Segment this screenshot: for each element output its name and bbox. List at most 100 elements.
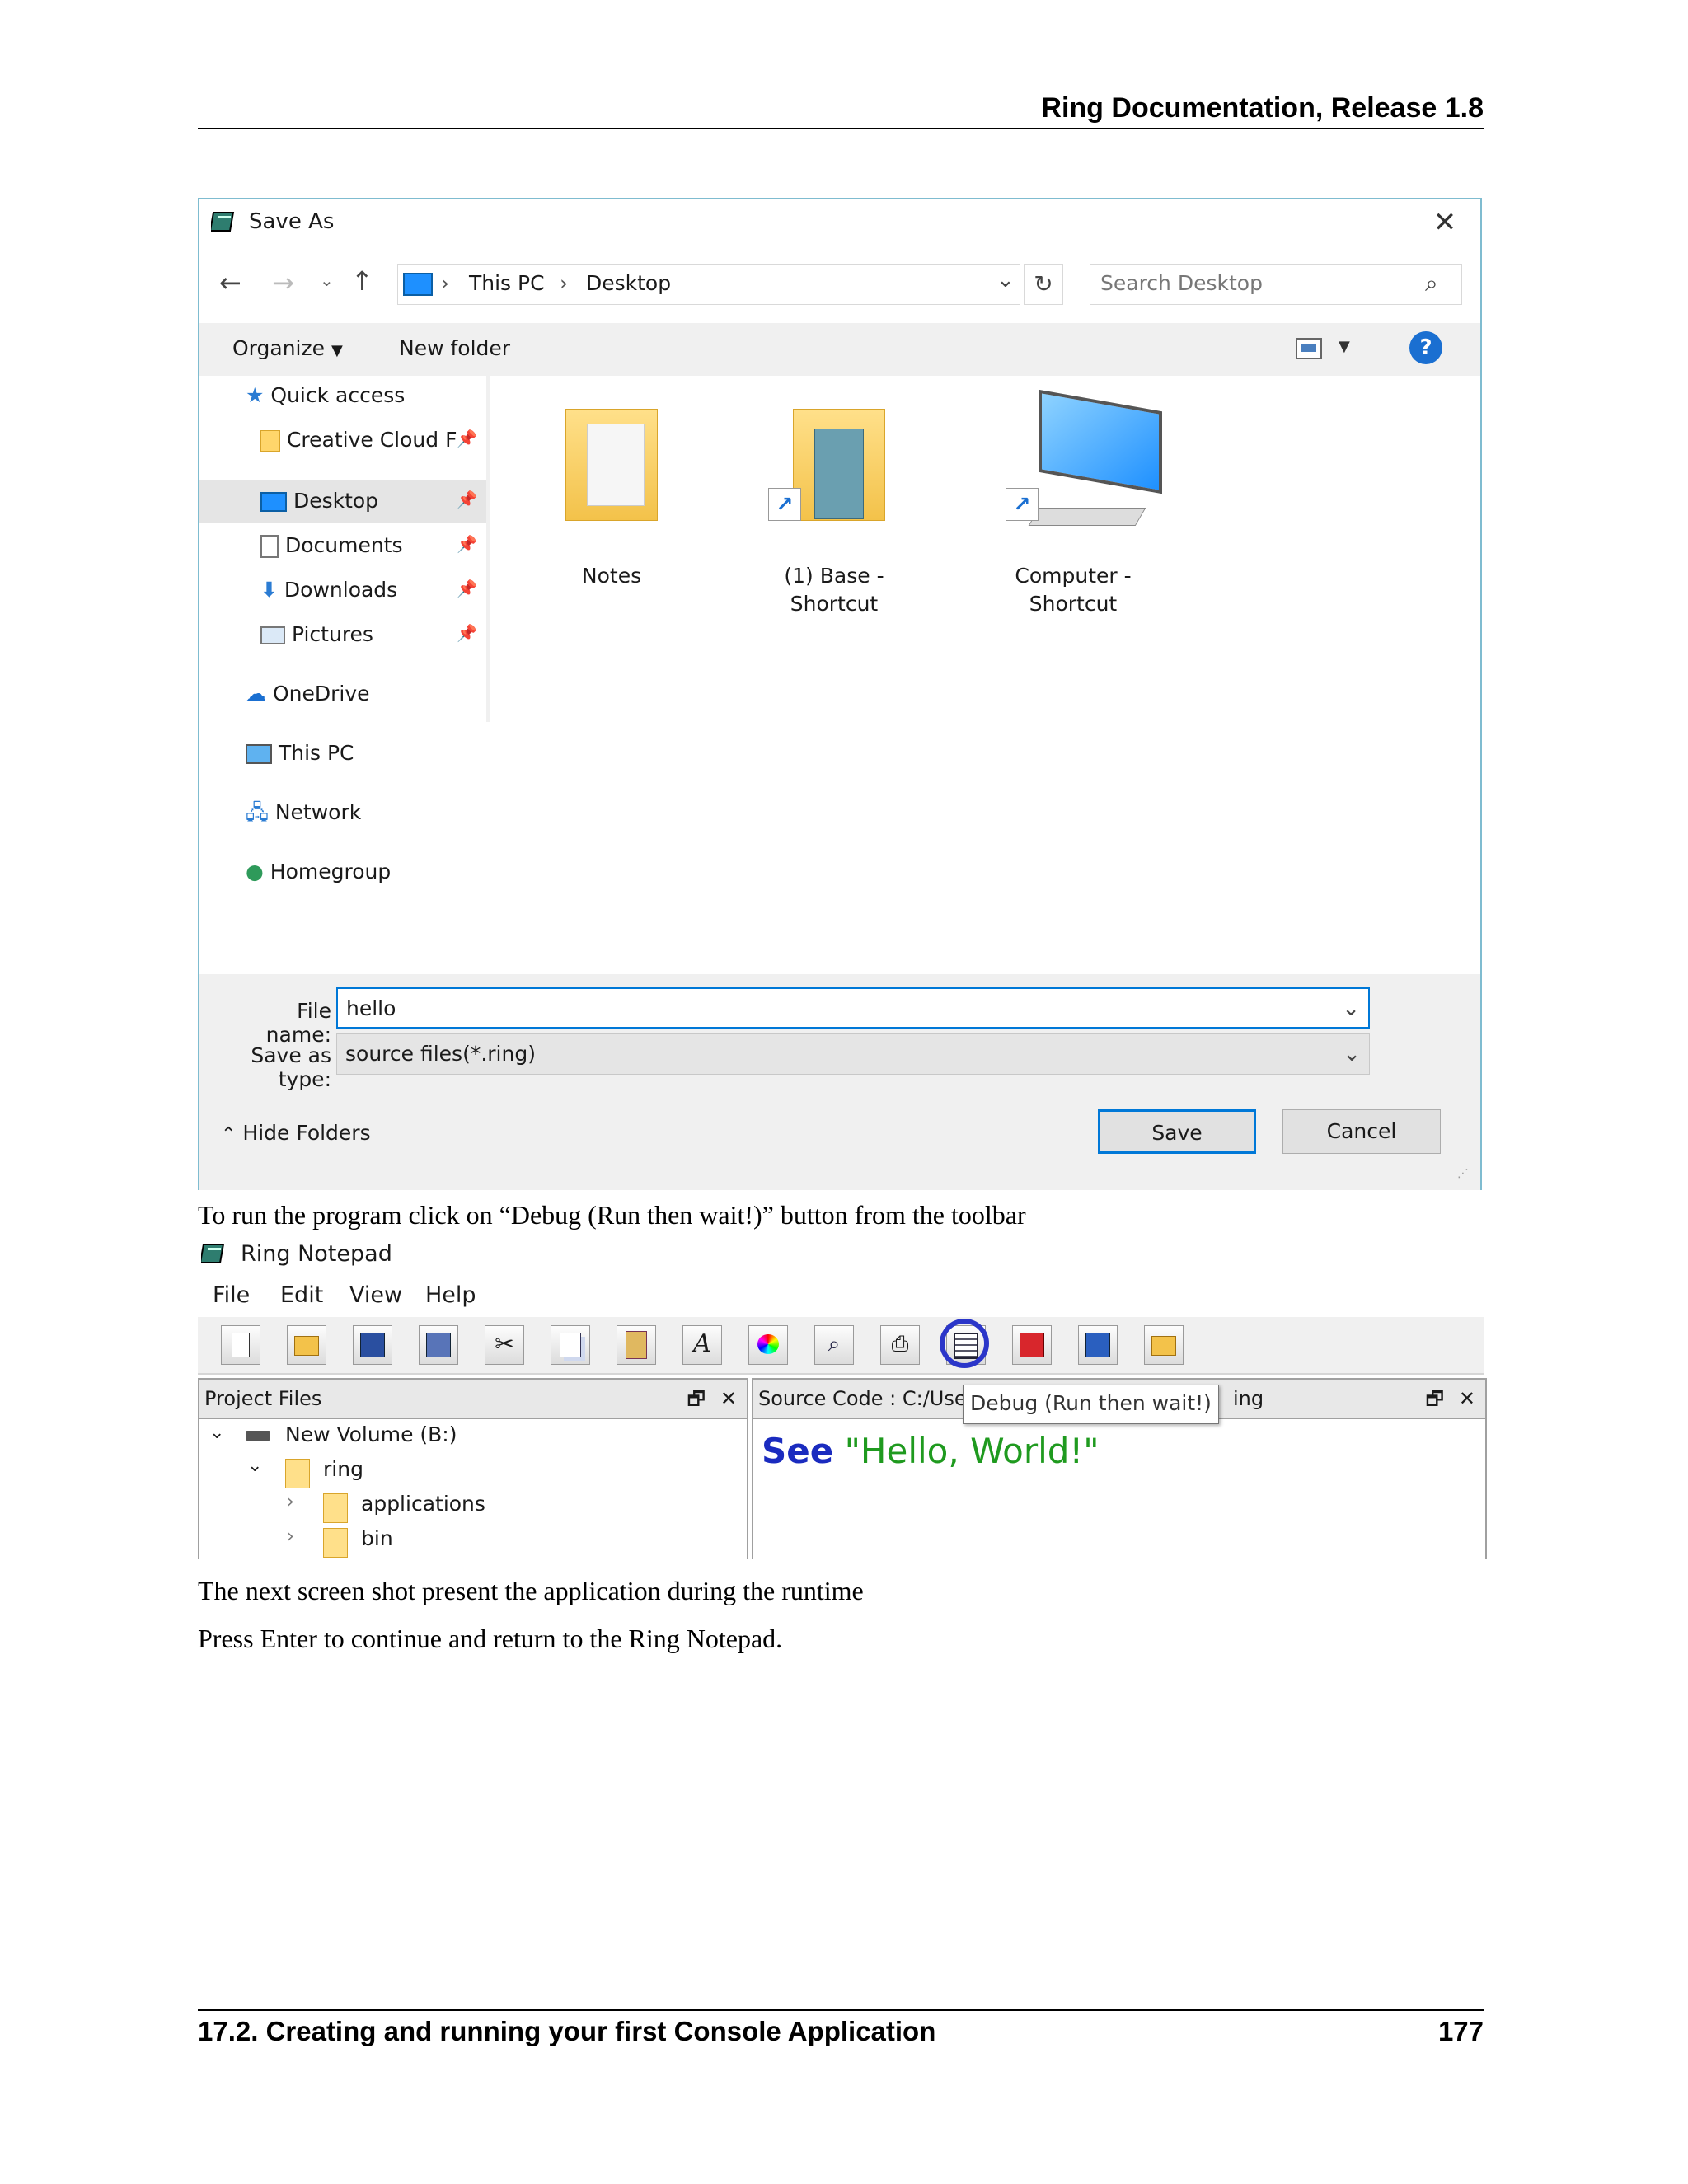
folder-content-icon: [587, 424, 645, 506]
nav-label: Documents: [284, 533, 403, 557]
breadcrumb-this-pc[interactable]: This PC: [469, 271, 545, 295]
toolbar-tooltip: Debug (Run then wait!): [963, 1385, 1219, 1424]
pin-icon: 📌: [457, 623, 477, 643]
footer-section: 17.2. Creating and running your first Co…: [198, 2016, 936, 2046]
save-as-type-select[interactable]: source files(*.ring) ⌄: [336, 1033, 1370, 1075]
hide-folders-button[interactable]: ⌃ Hide Folders: [221, 1121, 371, 1145]
pin-icon: 📌: [457, 534, 477, 554]
chevron-up-icon: ⌃: [221, 1124, 237, 1145]
nav-item-network[interactable]: 🖧 Network: [246, 796, 361, 829]
nav-item-homegroup[interactable]: ● Homegroup: [246, 855, 391, 888]
menu-edit[interactable]: Edit: [280, 1282, 323, 1308]
paste-icon[interactable]: [617, 1325, 656, 1365]
float-icon[interactable]: 🗗: [1425, 1380, 1444, 1418]
desktop-location-icon: [403, 273, 433, 296]
close-icon[interactable]: ✕: [1424, 203, 1465, 244]
open-project-icon[interactable]: [1144, 1325, 1184, 1365]
file-label-line: Shortcut: [790, 592, 879, 616]
nav-item-pictures[interactable]: Pictures: [260, 618, 373, 651]
notepad-title: Ring Notepad: [241, 1241, 392, 1267]
page-number: 177: [1437, 2016, 1484, 2046]
save-button[interactable]: Save: [1098, 1109, 1256, 1154]
collapse-icon[interactable]: ›: [287, 1526, 294, 1547]
hide-folders-label: Hide Folders: [242, 1121, 371, 1145]
project-files-dock: Project Files 🗗 ✕ ⌄ New Volume (B:) ⌄ ri…: [198, 1378, 748, 1559]
save-options-panel: File name: hello ⌄ Save as type: source …: [199, 974, 1480, 1190]
search-icon[interactable]: ⌕: [814, 1325, 854, 1365]
chevron-down-icon[interactable]: ⌄: [1342, 989, 1360, 1029]
search-input[interactable]: Search Desktop ⌕: [1090, 264, 1462, 305]
nav-item-creative-cloud[interactable]: Creative Cloud F: [260, 424, 457, 457]
folder-icon: [285, 1459, 310, 1488]
menu-file[interactable]: File: [213, 1282, 250, 1308]
file-label-line: Computer -: [1015, 564, 1132, 588]
organize-button[interactable]: Organize ▼: [232, 336, 343, 360]
view-options-icon[interactable]: [1296, 338, 1322, 359]
cut-icon[interactable]: ✂: [485, 1325, 524, 1365]
nav-scrollbar[interactable]: [486, 376, 490, 722]
download-icon: ⬇: [260, 578, 278, 602]
expand-icon[interactable]: ⌄: [247, 1455, 262, 1476]
code-string: "Hello, World!": [844, 1431, 1100, 1471]
search-icon[interactable]: ⌕: [1425, 269, 1438, 298]
help-icon[interactable]: ?: [1409, 331, 1442, 364]
chevron-down-icon[interactable]: ⌄: [996, 268, 1015, 293]
nav-item-desktop[interactable]: Desktop: [260, 485, 378, 518]
close-icon[interactable]: ✕: [720, 1380, 737, 1418]
caret-down-icon: ▼: [331, 342, 343, 359]
source-code-title: Source Code : C:/Use: [758, 1387, 967, 1410]
print-icon[interactable]: ⎙: [880, 1325, 920, 1365]
recent-dropdown-icon[interactable]: ⌄: [320, 270, 334, 290]
file-name-input[interactable]: hello ⌄: [336, 987, 1370, 1029]
run-gui-icon[interactable]: [1078, 1325, 1118, 1365]
footer-rule: [198, 2009, 1484, 2011]
address-bar[interactable]: › This PC › Desktop ⌄: [397, 264, 1020, 305]
breadcrumb-desktop[interactable]: Desktop: [586, 271, 671, 295]
shortcut-arrow-icon: ↗: [1006, 488, 1039, 521]
toolbar: ✂ A ⌕ ⎙: [198, 1317, 1484, 1375]
menu-help[interactable]: Help: [425, 1282, 476, 1308]
font-icon[interactable]: A: [682, 1325, 722, 1365]
save-icon[interactable]: [353, 1325, 392, 1365]
tree-item-drive[interactable]: New Volume (B:): [285, 1422, 457, 1446]
close-icon[interactable]: ✕: [1459, 1380, 1475, 1418]
network-icon: 🖧: [246, 800, 269, 824]
code-line[interactable]: See "Hello, World!": [762, 1431, 1100, 1471]
expand-icon[interactable]: ⌄: [209, 1422, 224, 1443]
save-as-icon[interactable]: [419, 1325, 458, 1365]
chevron-down-icon[interactable]: ⌄: [1343, 1034, 1361, 1074]
forward-arrow-icon[interactable]: →: [272, 267, 294, 298]
nav-item-quick-access[interactable]: ★ Quick access: [246, 379, 405, 412]
nav-label: Creative Cloud F: [286, 428, 457, 452]
pictures-icon: [260, 626, 285, 644]
tree-item-applications[interactable]: applications: [361, 1492, 485, 1516]
file-computer-shortcut[interactable]: ↗: [1006, 389, 1170, 541]
pin-icon: 📌: [457, 490, 477, 509]
menu-view[interactable]: View: [349, 1282, 402, 1308]
tree-item-ring[interactable]: ring: [323, 1457, 363, 1481]
new-folder-button[interactable]: New folder: [399, 336, 510, 360]
nav-item-onedrive[interactable]: ☁ OneDrive: [246, 677, 370, 710]
breadcrumb-separator-icon: ›: [560, 271, 568, 295]
copy-icon[interactable]: [551, 1325, 590, 1365]
new-file-icon[interactable]: [221, 1325, 260, 1365]
back-arrow-icon[interactable]: ←: [219, 267, 241, 298]
file-base-shortcut[interactable]: ↗: [768, 409, 900, 541]
float-icon[interactable]: 🗗: [687, 1380, 706, 1418]
nav-item-this-pc[interactable]: This PC: [246, 737, 354, 770]
nav-item-downloads[interactable]: ⬇ Downloads: [260, 574, 397, 607]
resize-grip-icon[interactable]: ⋰: [1457, 1167, 1469, 1180]
nav-item-documents[interactable]: Documents: [260, 529, 403, 562]
body-text: The next screen shot present the applica…: [198, 1576, 864, 1605]
collapse-icon[interactable]: ›: [287, 1492, 294, 1512]
caret-down-icon[interactable]: ▼: [1339, 338, 1350, 355]
tree-item-bin[interactable]: bin: [361, 1526, 393, 1550]
up-arrow-icon[interactable]: ↑: [351, 265, 373, 297]
open-folder-icon[interactable]: [287, 1325, 326, 1365]
refresh-icon[interactable]: ↻: [1024, 264, 1063, 305]
color-icon[interactable]: [748, 1325, 788, 1365]
computer-icon: [246, 744, 272, 764]
file-notes[interactable]: [554, 409, 669, 541]
run-icon[interactable]: [1012, 1325, 1052, 1365]
cancel-button[interactable]: Cancel: [1282, 1109, 1441, 1154]
